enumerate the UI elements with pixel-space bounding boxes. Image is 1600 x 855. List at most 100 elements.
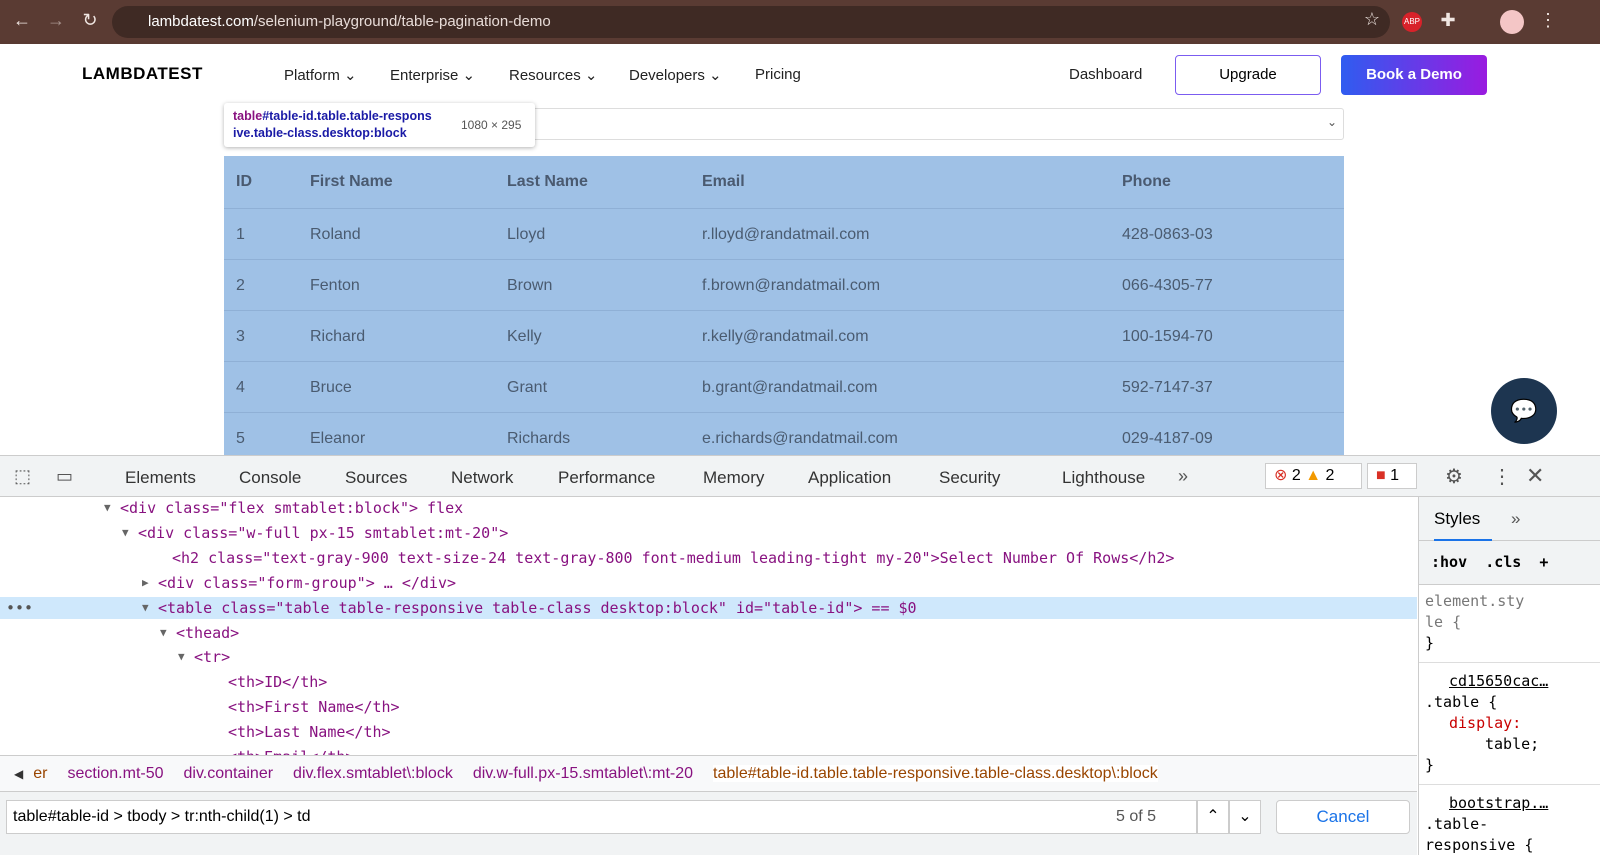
dom-node[interactable]: <th>ID</th> [0, 671, 1417, 693]
dom-node[interactable]: ▼ <tr> [0, 646, 1417, 668]
forward-icon[interactable]: → [44, 10, 68, 31]
device-toolbar-icon[interactable]: ▭ [56, 466, 73, 487]
table-cell: 592-7147-37 [1122, 379, 1213, 396]
expand-arrow-icon[interactable]: ▶ [142, 572, 149, 594]
tab-sources[interactable]: Sources [345, 468, 407, 488]
styles-pane: Styles » :hov .cls + element.sty le {} cd… [1418, 497, 1600, 855]
dom-node-text: <div class="w-full px-15 smtablet:mt-20"… [138, 523, 509, 542]
table-header-cell: Email [702, 173, 745, 190]
table-cell: 100-1594-70 [1122, 328, 1213, 345]
dom-node[interactable]: ••• ▼ <table class="table table-responsive… [0, 596, 1417, 619]
close-devtools-icon[interactable]: ✕ [1526, 463, 1544, 489]
class-toggle[interactable]: .cls [1485, 553, 1521, 571]
inspect-tooltip: table#table-id.table.table-respons ive.t… [224, 103, 535, 147]
table-cell: b.grant@randatmail.com [702, 379, 878, 396]
dom-node[interactable]: ▼ <thead> [0, 622, 1417, 644]
breadcrumb-item[interactable]: div.flex.smtablet\:block [293, 765, 453, 782]
expand-arrow-icon[interactable]: ▼ [178, 646, 185, 668]
selector-search-input[interactable]: table#table-id > tbody > tr:nth-child(1)… [6, 800, 1197, 834]
issues-counter[interactable]: ■ 1 [1367, 463, 1417, 489]
dom-node-text: <tr> [194, 648, 231, 667]
elements-tree: ▼ <div class="flex smtablet:block"> flex ▼… [0, 497, 1417, 755]
table-cell: 3 [236, 328, 245, 345]
table-cell: Bruce [310, 379, 352, 396]
bookmark-star-icon[interactable]: ☆ [1360, 9, 1384, 30]
more-options-icon[interactable]: ⋮ [1492, 464, 1512, 489]
reload-icon[interactable]: ↻ [78, 10, 102, 31]
dashboard-link[interactable]: Dashboard [1069, 66, 1142, 83]
nav-resources[interactable]: Resources ⌄ [509, 66, 597, 84]
node-actions-icon[interactable]: ••• [6, 597, 33, 619]
adblock-icon[interactable]: ABP [1402, 12, 1422, 32]
table-cell: 4 [236, 379, 245, 396]
breadcrumb-item[interactable]: section.mt-50 [67, 765, 163, 782]
chevron-down-icon: ⌄ [1326, 115, 1337, 129]
dom-node-text: <div class="form-group"> … </div> [158, 573, 457, 592]
inspect-element-icon[interactable]: ⬚ [14, 466, 31, 487]
back-icon[interactable]: ← [10, 10, 34, 31]
search-prev-button[interactable]: ⌃ [1197, 800, 1229, 834]
chat-button[interactable]: 💬 [1491, 378, 1557, 444]
table-cell: 1 [236, 226, 245, 243]
dom-node[interactable]: ▶ <div class="form-group"> … </div> [0, 572, 1417, 594]
breadcrumb-item[interactable]: er [33, 765, 47, 782]
table-cell: 066-4305-77 [1122, 277, 1213, 294]
dom-node[interactable]: <th>Last Name</th> [0, 721, 1417, 743]
tab-memory[interactable]: Memory [703, 468, 764, 488]
more-tabs-icon[interactable]: » [1178, 466, 1188, 487]
logo[interactable]: LAMBDATEST [82, 64, 203, 84]
dom-node-text: <table class="table table-responsive tab… [158, 598, 917, 617]
add-rule-icon[interactable]: + [1539, 553, 1548, 571]
extensions-icon[interactable]: ✚ [1436, 10, 1460, 31]
hover-state-toggle[interactable]: :hov [1431, 553, 1467, 571]
stylesheet-link[interactable]: bootstrap.… [1425, 793, 1594, 814]
dom-node-text: <th>ID</th> [228, 673, 328, 692]
table-cell: Kelly [507, 328, 542, 345]
nav-developers[interactable]: Developers ⌄ [629, 66, 722, 84]
breadcrumb-item[interactable]: div.w-full.px-15.smtablet\:mt-20 [473, 765, 693, 782]
nav-pricing[interactable]: Pricing [755, 66, 801, 83]
devtools-search-bar: table#table-id > tbody > tr:nth-child(1)… [0, 791, 1417, 855]
avatar[interactable] [1500, 10, 1524, 34]
error-warning-counter[interactable]: ⊗ 2 ▲ 2 [1265, 463, 1362, 489]
data-table: ID First Name Last Name Email Phone 1 Roland Ll… [224, 156, 1344, 455]
settings-gear-icon[interactable]: ⚙ [1445, 464, 1463, 489]
breadcrumb-item[interactable]: div.container [184, 765, 274, 782]
tab-lighthouse[interactable]: Lighthouse [1062, 468, 1145, 488]
cancel-button[interactable]: Cancel [1276, 800, 1410, 834]
tab-network[interactable]: Network [451, 468, 513, 488]
nav-platform[interactable]: Platform ⌄ [284, 66, 357, 84]
table-row: 1 Roland Lloyd r.lloyd@randatmail.com 428-08… [224, 208, 1344, 259]
breadcrumb-item[interactable]: table#table-id.table.table-responsive.ta… [713, 765, 1158, 782]
menu-icon[interactable]: ⋮ [1536, 10, 1560, 31]
scroll-left-icon[interactable]: ◀ [14, 767, 23, 781]
stylesheet-link[interactable]: cd15650cac… [1425, 671, 1594, 692]
address-bar[interactable]: lambdatest.com/selenium-playground/table… [112, 6, 1390, 38]
expand-arrow-icon[interactable]: ▼ [104, 497, 111, 519]
expand-arrow-icon[interactable]: ▼ [122, 522, 129, 544]
table-cell: Richard [310, 328, 366, 345]
table-cell: Roland [310, 226, 361, 243]
more-panes-icon[interactable]: » [1511, 509, 1520, 528]
expand-arrow-icon[interactable]: ▼ [160, 622, 167, 644]
tab-performance[interactable]: Performance [558, 468, 655, 488]
dom-node[interactable]: <th>Email</th> [0, 746, 1417, 755]
dom-node-text: <th>Last Name</th> [228, 723, 391, 742]
tab-console[interactable]: Console [239, 468, 301, 488]
tab-styles[interactable]: Styles [1434, 509, 1493, 541]
dom-node[interactable]: <th>First Name</th> [0, 696, 1417, 718]
tab-application[interactable]: Application [808, 468, 891, 488]
expand-arrow-icon[interactable]: ▼ [142, 597, 149, 619]
upgrade-button[interactable]: Upgrade [1175, 55, 1321, 95]
book-demo-button[interactable]: Book a Demo [1341, 55, 1487, 95]
table-cell: 428-0863-03 [1122, 226, 1213, 243]
search-next-button[interactable]: ⌄ [1229, 800, 1261, 834]
dom-node-text: <th>Email</th> [228, 746, 354, 755]
tab-security[interactable]: Security [939, 468, 1000, 488]
dom-node[interactable]: ▼ <div class="flex smtablet:block"> flex [0, 497, 1417, 519]
tab-elements[interactable]: Elements [125, 468, 196, 499]
nav-enterprise[interactable]: Enterprise ⌄ [390, 66, 475, 84]
table-cell: 2 [236, 277, 245, 294]
dom-node[interactable]: <h2 class="text-gray-900 text-size-24 te… [0, 547, 1417, 569]
dom-node[interactable]: ▼ <div class="w-full px-15 smtablet:mt-20… [0, 522, 1417, 544]
